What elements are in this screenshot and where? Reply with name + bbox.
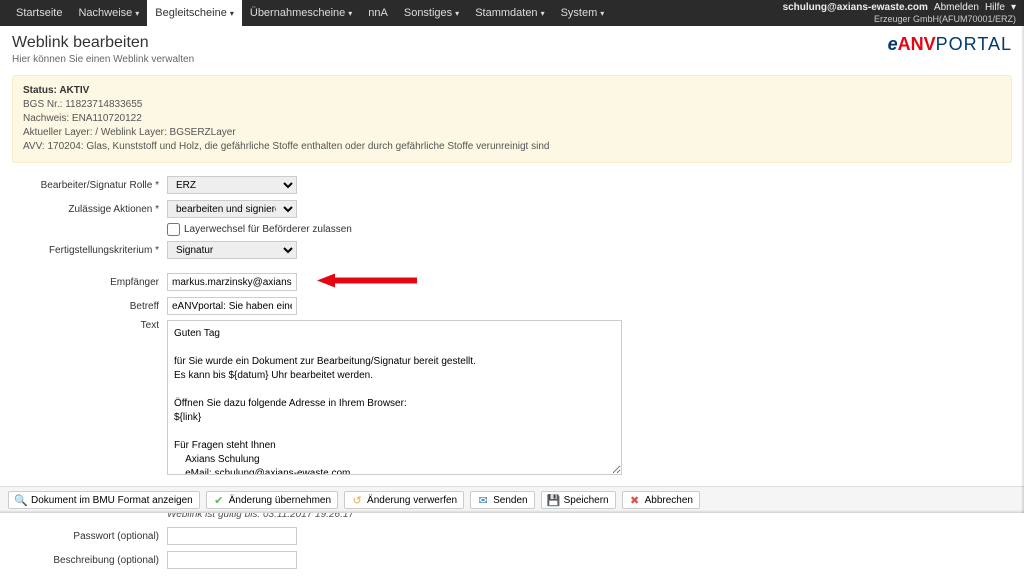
view-bmu-button[interactable]: 🔍Dokument im BMU Format anzeigen [8,491,200,509]
page-title: Weblink bearbeiten [12,34,194,52]
nav-right: schulung@axians-ewaste.com Abmelden Hilf… [783,2,1016,25]
save-button[interactable]: 💾Speichern [541,491,616,509]
status-box: Status: AKTIV BGS Nr.: 11823714833655 Na… [12,75,1012,163]
user-email: schulung@axians-ewaste.com [783,2,928,14]
nav-uebernahmescheine[interactable]: Übernahmescheine▾ [242,0,360,26]
actions-select[interactable]: bearbeiten und signieren [167,200,297,218]
check-icon: ✔ [213,494,225,506]
action-bar: 🔍Dokument im BMU Format anzeigen ✔Änderu… [0,486,1024,513]
search-icon: 🔍 [15,494,27,506]
layerwechsel-label: Layerwechsel für Beförderer zulassen [184,224,352,235]
org-label: Erzeuger GmbH(AFUM70001/ERZ) [874,14,1016,25]
role-label: Bearbeiter/Signatur Rolle * [12,180,167,191]
criterion-label: Fertigstellungskriterium * [12,245,167,256]
logout-link[interactable]: Abmelden [934,2,979,14]
apply-change-button[interactable]: ✔Änderung übernehmen [206,491,338,509]
nav-stammdaten[interactable]: Stammdaten▾ [467,0,552,26]
chevron-down-icon: ▾ [230,9,234,18]
nav-nna[interactable]: nnA [360,0,396,26]
send-button[interactable]: ✉Senden [470,491,534,509]
chevron-down-icon: ▾ [541,9,545,18]
nav-left: Startseite Nachweise▾ Begleitscheine▾ Üb… [8,0,612,26]
navbar: Startseite Nachweise▾ Begleitscheine▾ Üb… [0,0,1024,26]
arrow-annotation-icon [317,272,417,293]
page-subtitle: Hier können Sie einen Weblink verwalten [12,54,194,65]
layerwechsel-checkbox[interactable] [167,223,180,236]
cancel-button[interactable]: ✖Abbrechen [622,491,700,509]
chevron-down-icon: ▾ [600,9,604,18]
nav-nachweise[interactable]: Nachweise▾ [70,0,147,26]
eanv-logo: eANVPORTAL [888,34,1012,55]
password-label: Passwort (optional) [12,531,167,542]
recipient-label: Empfänger [12,277,167,288]
recipient-input[interactable] [167,273,297,291]
chevron-down-icon: ▾ [1011,2,1016,14]
help-link[interactable]: Hilfe [985,2,1005,14]
chevron-down-icon: ▾ [455,9,459,18]
undo-icon: ↺ [351,494,363,506]
text-label: Text [12,320,167,331]
nav-sonstiges[interactable]: Sonstiges▾ [396,0,467,26]
nav-startseite[interactable]: Startseite [8,0,70,26]
chevron-down-icon: ▾ [135,9,139,18]
subject-input[interactable] [167,297,297,315]
save-icon: 💾 [548,494,560,506]
password-input[interactable] [167,527,297,545]
role-select[interactable]: ERZ [167,176,297,194]
subject-label: Betreff [12,301,167,312]
nav-system[interactable]: System▾ [553,0,613,26]
text-textarea[interactable]: Guten Tag für Sie wurde ein Dokument zur… [167,320,622,475]
discard-change-button[interactable]: ↺Änderung verwerfen [344,491,464,509]
actions-label: Zulässige Aktionen * [12,204,167,215]
criterion-select[interactable]: Signatur [167,241,297,259]
description-input[interactable] [167,551,297,569]
nav-begleitscheine[interactable]: Begleitscheine▾ [147,0,242,26]
chevron-down-icon: ▾ [348,9,352,18]
cancel-icon: ✖ [629,494,641,506]
description-label: Beschreibung (optional) [12,555,167,566]
mail-icon: ✉ [477,494,489,506]
